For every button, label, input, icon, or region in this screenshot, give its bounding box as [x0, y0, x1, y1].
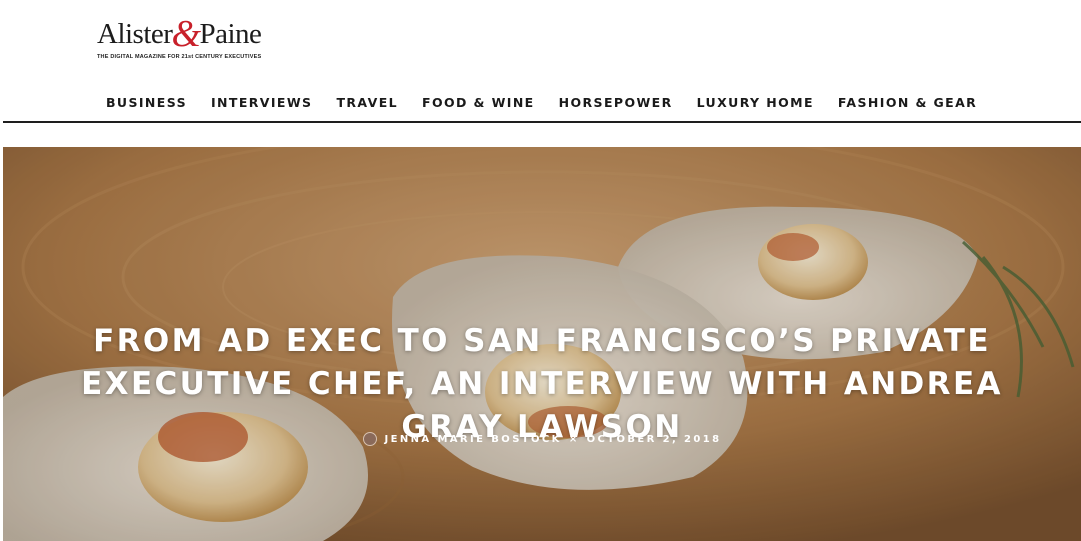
nav-item-fashion-gear[interactable]: FASHION & GEAR — [838, 95, 977, 110]
article-date: OCTOBER 2, 2018 — [586, 433, 722, 445]
article-byline: JENNA MARIE BOSTOCK × OCTOBER 2, 2018 — [3, 432, 1081, 446]
logo-ampersand: & — [171, 13, 201, 55]
site-logo[interactable]: Alister&Paine THE DIGITAL MAGAZINE FOR 2… — [97, 13, 272, 66]
author-name[interactable]: JENNA MARIE BOSTOCK — [385, 434, 562, 445]
nav-item-interviews[interactable]: INTERVIEWS — [211, 95, 312, 110]
logo-wordmark: Alister&Paine — [97, 13, 262, 55]
nav-item-horsepower[interactable]: HORSEPOWER — [559, 95, 673, 110]
logo-name-left: Alister — [97, 18, 173, 50]
hero-banner[interactable]: FROM AD EXEC TO SAN FRANCISCO’S PRIVATE … — [3, 147, 1081, 541]
nav-item-food-wine[interactable]: FOOD & WINE — [422, 95, 535, 110]
logo-tagline: THE DIGITAL MAGAZINE FOR 21st CENTURY EX… — [97, 54, 262, 60]
site-header: Alister&Paine THE DIGITAL MAGAZINE FOR 2… — [0, 0, 1081, 124]
nav-divider — [3, 121, 1081, 123]
article-headline[interactable]: FROM AD EXEC TO SAN FRANCISCO’S PRIVATE … — [43, 320, 1041, 449]
main-nav: BUSINESS INTERVIEWS TRAVEL FOOD & WINE H… — [106, 95, 1001, 110]
nav-item-luxury-home[interactable]: LUXURY HOME — [697, 95, 814, 110]
byline-separator: × — [568, 433, 580, 445]
logo-name-right: Paine — [199, 18, 262, 50]
author-avatar — [362, 432, 377, 446]
nav-item-travel[interactable]: TRAVEL — [336, 95, 398, 110]
nav-item-business[interactable]: BUSINESS — [106, 95, 187, 110]
